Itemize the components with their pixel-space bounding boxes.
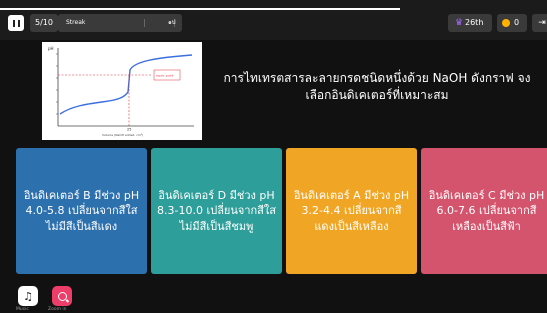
y-axis-label: pH	[48, 46, 54, 51]
answer-option-c[interactable]: อินดิเคเตอร์ C มีช่วง pH 6.0-7.6 เปลี่ยน…	[421, 148, 547, 274]
titration-graph[interactable]: pH equiv. point 25 Volume (NaOH added, c…	[42, 42, 202, 140]
question-counter: 5/10	[30, 14, 58, 32]
titration-curve	[59, 54, 193, 115]
trophy-icon: ♛	[455, 18, 464, 28]
pause-icon	[12, 19, 20, 27]
streak-divider	[144, 19, 145, 27]
titration-curve-chart: pH equiv. point 25 Volume (NaOH added, c…	[48, 46, 194, 137]
coin-icon	[502, 19, 510, 27]
zoom-label: Zoom in	[48, 307, 67, 312]
x-axis-label: Volume (NaOH added, cm³)	[102, 133, 143, 137]
progress-bar	[0, 8, 400, 10]
zoom-in-button[interactable]	[52, 286, 72, 306]
zoom-icon	[57, 291, 67, 301]
rank-value: 26th	[465, 18, 484, 27]
coin-badge: 0	[497, 14, 527, 32]
rank-badge: ♛ 26th	[448, 14, 492, 32]
x-mark-label: 25	[127, 128, 131, 132]
streak-meter: Streak	[58, 14, 182, 32]
music-label: Music	[16, 307, 29, 312]
streak-label: Streak	[66, 19, 86, 26]
pause-button[interactable]	[8, 15, 24, 31]
coin-count: 0	[514, 18, 520, 27]
music-button[interactable]: ♫	[18, 286, 38, 306]
streak-indicator: ๑ป	[168, 19, 176, 26]
exit-button[interactable]: ⇥	[532, 14, 547, 32]
top-bar: 5/10 Streak ๑ป ♛ 26th 0 ⇥	[0, 0, 547, 40]
answer-option-a[interactable]: อินดิเคเตอร์ A มีช่วง pH 3.2-4.4 เปลี่ยน…	[286, 148, 417, 274]
annotation-text: equiv. point	[156, 74, 174, 78]
question-text: การไทเทรตสารละลายกรดชนิดหนึ่งด้วย NaOH ด…	[223, 71, 531, 102]
answer-option-b[interactable]: อินดิเคเตอร์ B มีช่วง pH 4.0-5.8 เปลี่ยน…	[16, 148, 147, 274]
music-note-icon: ♫	[23, 289, 33, 303]
answer-option-d[interactable]: อินดิเคเตอร์ D มีช่วง pH 8.3-10.0 เปลี่ย…	[151, 148, 282, 274]
